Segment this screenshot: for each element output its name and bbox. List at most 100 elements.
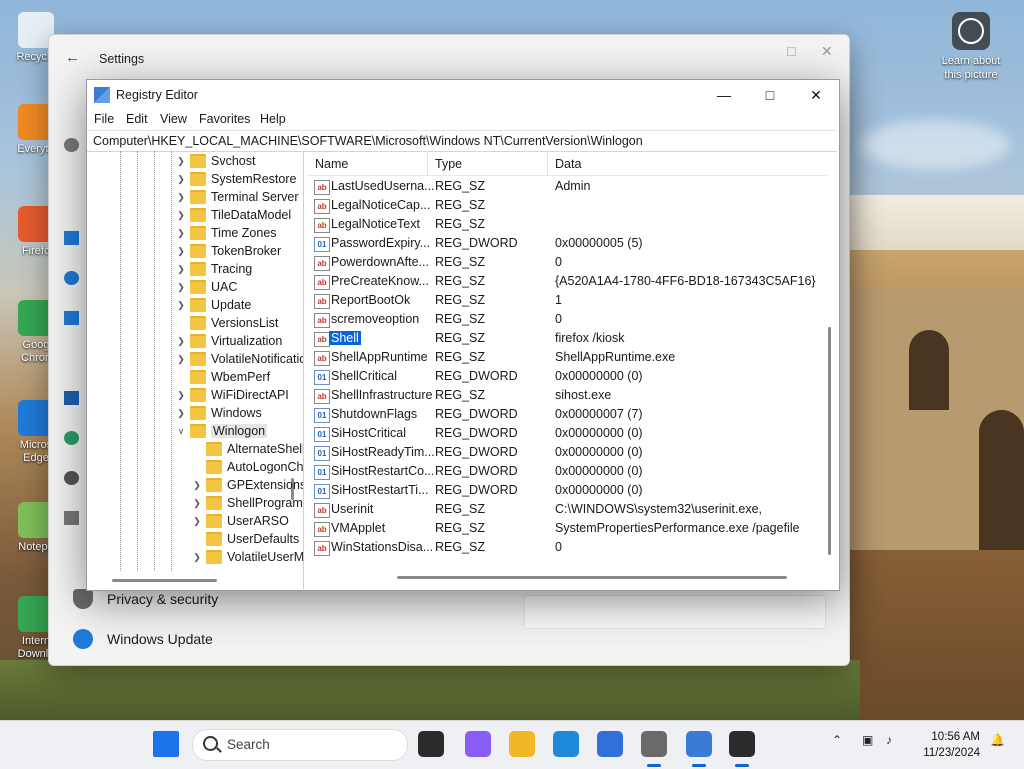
- value-row[interactable]: ab Userinit REG_SZ C:\WINDOWS\system32\user…: [307, 500, 827, 519]
- chevron-right-icon[interactable]: ❯: [175, 264, 187, 275]
- tree-node[interactable]: ❯ ShellPrograms: [191, 494, 303, 512]
- start-icon[interactable]: [153, 731, 179, 757]
- nav-privacy-security[interactable]: Privacy & security: [73, 589, 218, 609]
- column-data[interactable]: Data: [555, 157, 581, 171]
- value-row[interactable]: 01 ShellCritical REG_DWORD 0x00000000 (0): [307, 367, 827, 386]
- notification-bell-icon[interactable]: 🔔: [990, 733, 1005, 747]
- store-icon[interactable]: [597, 731, 623, 757]
- maximize-icon[interactable]: □: [787, 43, 795, 59]
- chevron-right-icon[interactable]: ❯: [175, 336, 187, 347]
- value-row[interactable]: ab VMApplet REG_SZ SystemPropertiesPerforma…: [307, 519, 827, 538]
- close-icon[interactable]: ✕: [821, 43, 833, 60]
- task-view-icon[interactable]: [418, 731, 444, 757]
- column-type[interactable]: Type: [435, 157, 462, 171]
- menu-view[interactable]: View: [160, 112, 187, 126]
- terminal-icon[interactable]: [729, 731, 755, 757]
- chevron-right-icon[interactable]: ❯: [191, 480, 203, 491]
- chevron-right-icon[interactable]: ❯: [191, 516, 203, 527]
- value-row[interactable]: ab LegalNoticeCap... REG_SZ: [307, 196, 827, 215]
- close-button[interactable]: ✕: [793, 80, 839, 110]
- tree-node[interactable]: ❯ VolatileNotifications: [175, 350, 303, 368]
- value-row[interactable]: ab PowerdownAfte... REG_SZ 0: [307, 253, 827, 272]
- value-row[interactable]: ab LastUsedUserna... REG_SZ Admin: [307, 177, 827, 196]
- chevron-right-icon[interactable]: ❯: [175, 390, 187, 401]
- chevron-right-icon[interactable]: ❯: [191, 552, 203, 563]
- tree-horizontal-scrollbar[interactable]: [112, 579, 217, 582]
- value-row[interactable]: 01 SiHostRestartCo... REG_DWORD 0x00000000 …: [307, 462, 827, 481]
- file-explorer-icon[interactable]: [509, 731, 535, 757]
- tree-node[interactable]: ❯ GPExtensions: [191, 476, 303, 494]
- title-bar[interactable]: Registry Editor — □ ✕: [87, 80, 839, 110]
- address-bar[interactable]: Computer\HKEY_LOCAL_MACHINE\SOFTWARE\Mic…: [87, 130, 837, 152]
- tree-node[interactable]: ❯ WiFiDirectAPI: [175, 386, 289, 404]
- chevron-up-icon[interactable]: ⌃: [832, 733, 842, 747]
- chevron-down-icon[interactable]: ∨: [175, 426, 187, 437]
- value-row[interactable]: ab ReportBootOk REG_SZ 1: [307, 291, 827, 310]
- tree-node[interactable]: ❯ SystemRestore: [175, 170, 296, 188]
- tree-node[interactable]: WbemPerf: [175, 368, 270, 386]
- tree-node[interactable]: ❯ Time Zones: [175, 224, 277, 242]
- tree-node[interactable]: ❯ Update: [175, 296, 251, 314]
- menu-help[interactable]: Help: [260, 112, 286, 126]
- tree-node[interactable]: ❯ UserARSO: [191, 512, 289, 530]
- value-row[interactable]: 01 PasswordExpiry... REG_DWORD 0x00000005 (…: [307, 234, 827, 253]
- tree-node[interactable]: ❯ Terminal Server: [175, 188, 299, 206]
- tree-node[interactable]: AlternateShells: [191, 440, 303, 458]
- value-row[interactable]: ab ShellInfrastructure REG_SZ sihost.exe: [307, 386, 827, 405]
- chevron-right-icon[interactable]: ❯: [175, 174, 187, 185]
- address-path[interactable]: Computer\HKEY_LOCAL_MACHINE\SOFTWARE\Mic…: [93, 134, 643, 148]
- value-row[interactable]: ab scremoveoption REG_SZ 0: [307, 310, 827, 329]
- tree-node[interactable]: ❯ VolatileUserMgrKey: [191, 548, 303, 566]
- tree-node[interactable]: ❯ Tracing: [175, 260, 252, 278]
- chevron-right-icon[interactable]: ❯: [175, 408, 187, 419]
- volume-icon[interactable]: ♪: [886, 733, 892, 747]
- chevron-right-icon[interactable]: ❯: [175, 228, 187, 239]
- chevron-right-icon[interactable]: ❯: [175, 192, 187, 203]
- back-arrow-icon[interactable]: ←: [65, 49, 80, 66]
- settings-icon[interactable]: [641, 731, 667, 757]
- value-row[interactable]: 01 SiHostReadyTim... REG_DWORD 0x00000000 (…: [307, 443, 827, 462]
- value-row[interactable]: ab WinStationsDisa... REG_SZ 0: [307, 538, 827, 557]
- values-list[interactable]: Name Type Data ab LastUsedUserna... REG_SZ…: [307, 151, 837, 589]
- chevron-right-icon[interactable]: ❯: [175, 246, 187, 257]
- list-vertical-scrollbar[interactable]: [828, 327, 831, 555]
- value-row[interactable]: ab Shell REG_SZ firefox /kiosk: [307, 329, 827, 348]
- tree-node[interactable]: ❯ TokenBroker: [175, 242, 281, 260]
- copilot-icon[interactable]: [465, 731, 491, 757]
- learn-about-picture[interactable]: Learn about this picture: [936, 12, 1006, 82]
- chevron-right-icon[interactable]: ❯: [175, 282, 187, 293]
- tree-node[interactable]: ❯ TileDataModel: [175, 206, 291, 224]
- maximize-button[interactable]: □: [747, 80, 793, 110]
- menu-favorites[interactable]: Favorites: [199, 112, 250, 126]
- nav-windows-update[interactable]: Windows Update: [73, 629, 213, 649]
- network-icon[interactable]: ▣: [862, 733, 873, 747]
- chevron-right-icon[interactable]: ❯: [175, 156, 187, 167]
- column-name[interactable]: Name: [315, 157, 348, 171]
- tree-node[interactable]: AutoLogonChecked: [191, 458, 303, 476]
- chevron-right-icon[interactable]: ❯: [175, 210, 187, 221]
- clock[interactable]: 10:56 AM 11/23/2024: [923, 729, 980, 761]
- tree-node[interactable]: ❯ Windows: [175, 404, 262, 422]
- chevron-right-icon[interactable]: ❯: [175, 354, 187, 365]
- tree-node[interactable]: ❯ Virtualization: [175, 332, 282, 350]
- tree-node[interactable]: ❯ UAC: [175, 278, 237, 296]
- list-horizontal-scrollbar[interactable]: [397, 576, 787, 579]
- registry-editor-window[interactable]: Registry Editor — □ ✕ File Edit View Fav…: [86, 79, 840, 591]
- tree-node[interactable]: VersionsList: [175, 314, 278, 332]
- menu-edit[interactable]: Edit: [126, 112, 148, 126]
- value-row[interactable]: ab PreCreateKnow... REG_SZ {A520A1A4-1780-4…: [307, 272, 827, 291]
- value-row[interactable]: 01 ShutdownFlags REG_DWORD 0x00000007 (7): [307, 405, 827, 424]
- value-row[interactable]: ab ShellAppRuntime REG_SZ ShellAppRuntime.e…: [307, 348, 827, 367]
- key-tree[interactable]: ❯ Svchost ❯ SystemRestore ❯ Terminal Server ❯ T…: [87, 151, 304, 589]
- chevron-right-icon[interactable]: ❯: [175, 300, 187, 311]
- minimize-button[interactable]: —: [701, 80, 747, 110]
- tree-node[interactable]: ❯ Svchost: [175, 152, 255, 170]
- tree-node[interactable]: UserDefaults: [191, 530, 299, 548]
- taskbar-search[interactable]: Search: [192, 729, 408, 761]
- value-row[interactable]: 01 SiHostRestartTi... REG_DWORD 0x00000000 …: [307, 481, 827, 500]
- menu-file[interactable]: File: [94, 112, 114, 126]
- chevron-right-icon[interactable]: ❯: [191, 498, 203, 509]
- regedit-icon[interactable]: [686, 731, 712, 757]
- tree-node[interactable]: ∨ Winlogon: [175, 422, 268, 440]
- value-row[interactable]: 01 SiHostCritical REG_DWORD 0x00000000 (0): [307, 424, 827, 443]
